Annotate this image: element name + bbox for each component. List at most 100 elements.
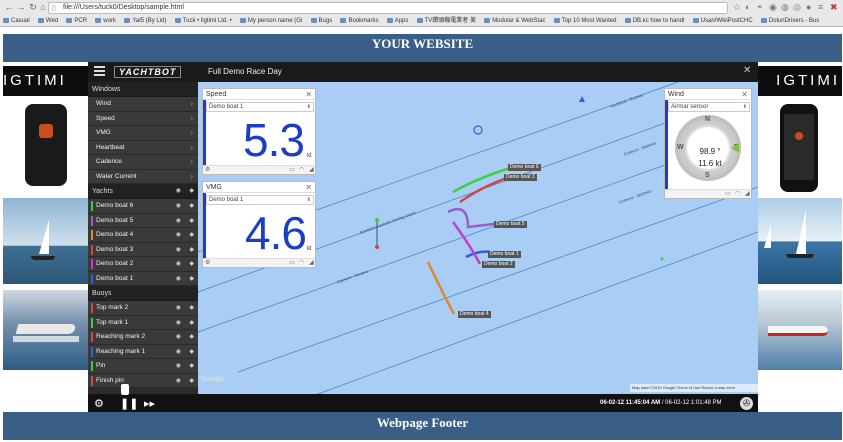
pin-icon[interactable]: ◆	[189, 243, 194, 258]
pin-icon[interactable]: ◆	[189, 330, 194, 345]
star-icon[interactable]: ☆	[733, 2, 741, 13]
resize-icon[interactable]: ◢	[309, 259, 314, 268]
eye-icon[interactable]: ◉	[176, 184, 181, 199]
pin-icon[interactable]: ◆	[189, 301, 194, 316]
url-field[interactable]: ▯ file:///Users/tuck0/Desktop/sample.htm…	[48, 2, 728, 14]
home-icon[interactable]: ⌂	[38, 2, 48, 12]
yacht-item[interactable]: Demo boat 5 ◉ ◆	[88, 213, 198, 229]
eye-icon[interactable]: ◉	[176, 228, 181, 243]
eye-icon[interactable]: ◉	[176, 359, 181, 374]
pin-icon[interactable]: ◆	[189, 199, 194, 214]
forward-icon[interactable]: →	[16, 2, 26, 12]
chart-icon[interactable]: ▭	[289, 259, 295, 268]
chart-icon[interactable]: ▭	[289, 166, 295, 175]
pin-icon[interactable]: ◆	[189, 345, 194, 360]
bookmark[interactable]: Wed	[37, 16, 58, 26]
close-icon[interactable]: ✕	[743, 65, 751, 76]
bookmark[interactable]: Usan/WikiPostCHC	[692, 16, 753, 26]
bookmark[interactable]: DB.kc how to handl	[624, 16, 684, 26]
pin-icon[interactable]: ◆	[189, 214, 194, 229]
pin-icon[interactable]: ◆	[189, 257, 194, 272]
boat-select[interactable]: Demo boat 1 ⬍	[206, 102, 314, 112]
bookmark[interactable]: TV鑽頭機電業者 美	[416, 16, 476, 26]
yacht-item[interactable]: Demo boat 1 ◉ ◆	[88, 271, 198, 287]
eye-icon[interactable]: ◉	[176, 243, 181, 258]
eye-icon[interactable]: ◉	[176, 316, 181, 331]
yacht-item[interactable]: Demo boat 6 ◉ ◆	[88, 199, 198, 214]
settings-gear-icon[interactable]: ⚙	[94, 397, 104, 411]
pause-button[interactable]: ❚❚	[120, 397, 138, 411]
extension-icon[interactable]: ◐	[745, 2, 750, 12]
buoy-item[interactable]: Finish pin ◉ ◆	[88, 373, 198, 389]
window-item-speed[interactable]: Speed ›	[88, 111, 198, 126]
bookmark[interactable]: DolunDrivers - Bus	[760, 16, 819, 26]
sensor-select[interactable]: Airmar sensor ⬍	[668, 102, 750, 112]
eye-icon[interactable]: ◉	[176, 301, 181, 316]
boat-label[interactable]: Demo boat 4	[458, 311, 491, 318]
buoy-item[interactable]: Reaching mark 2 ◉ ◆	[88, 330, 198, 345]
boat-label[interactable]: Demo boat 2	[482, 261, 515, 268]
yacht-item[interactable]: Demo boat 2 ◉ ◆	[88, 257, 198, 272]
extension-icon[interactable]: ◎	[793, 2, 801, 13]
reload-icon[interactable]: ↻	[28, 2, 38, 13]
bookmark[interactable]: Bookmarks	[340, 16, 378, 26]
boat-label[interactable]: Demo boat 3	[504, 174, 537, 181]
chart-icon[interactable]: ▭	[725, 190, 731, 199]
gear-icon[interactable]: ⚙	[205, 259, 210, 268]
bookmark[interactable]: Top 10 Most Wanted	[553, 16, 616, 26]
yacht-item[interactable]: Demo boat 4 ◉ ◆	[88, 228, 198, 243]
eye-icon[interactable]: ◉	[176, 330, 181, 345]
eye-icon[interactable]: ◉	[176, 199, 181, 214]
extension-icon[interactable]: ◓	[757, 2, 762, 12]
hamburger-menu-icon[interactable]	[94, 66, 105, 77]
close-icon[interactable]: ✖	[830, 2, 838, 13]
pin-icon[interactable]: ◆	[189, 316, 194, 331]
eye-icon[interactable]: ◉	[176, 214, 181, 229]
extension-icon[interactable]: ●	[806, 2, 811, 12]
globe-icon[interactable]: ✇	[740, 397, 753, 410]
pin-icon[interactable]: ◆	[189, 228, 194, 243]
boat-label[interactable]: Demo boat 1	[488, 251, 521, 258]
pin-icon[interactable]: ◆	[189, 359, 194, 374]
bookmark[interactable]: Tuck • ligtimi Ltd. •	[174, 16, 232, 26]
buoy-item[interactable]: Top mark 2 ◉ ◆	[88, 301, 198, 316]
eye-icon[interactable]: ◉	[176, 272, 181, 287]
boat-label[interactable]: Demo boat 6	[508, 164, 541, 171]
fast-forward-button[interactable]: ▸▸	[144, 397, 155, 411]
bookmark[interactable]: Bugs	[310, 16, 332, 26]
pin-icon[interactable]: ◆	[189, 184, 194, 199]
extension-icon[interactable]: ◉	[769, 2, 777, 13]
window-item-wind[interactable]: Wind ›	[88, 97, 198, 112]
boat-label[interactable]: Demo boat 5	[494, 221, 527, 228]
timeline-handle[interactable]	[121, 384, 129, 395]
window-item-heartbeat[interactable]: Heartbeat ›	[88, 140, 198, 155]
bookmark[interactable]: Casual	[3, 16, 30, 26]
gauge-icon[interactable]: ◠	[735, 190, 740, 199]
bookmark[interactable]: work	[95, 16, 116, 26]
bookmark[interactable]: My person name (Gi	[239, 16, 302, 26]
resize-icon[interactable]: ◢	[309, 166, 314, 175]
bookmark[interactable]: Yat5 (By Lid)	[124, 16, 166, 26]
pin-icon[interactable]: ◆	[189, 374, 194, 389]
extension-icon[interactable]: ◍	[781, 2, 789, 13]
menu-icon[interactable]: ≡	[818, 2, 823, 12]
race-map[interactable]: Auckland - Rarawa Dotmont - Waiheke Auck…	[198, 82, 758, 394]
close-icon[interactable]: ✕	[741, 89, 748, 100]
bookmark[interactable]: PCR	[66, 16, 87, 26]
yacht-item[interactable]: Demo boat 3 ◉ ◆	[88, 242, 198, 258]
eye-icon[interactable]: ◉	[176, 374, 181, 389]
window-item-cadence[interactable]: Cadence ›	[88, 155, 198, 170]
gauge-icon[interactable]: ◠	[299, 259, 304, 268]
gear-icon[interactable]: ⚙	[205, 166, 210, 175]
boat-select[interactable]: Demo boat 1 ⬍	[206, 195, 314, 205]
map-attribution[interactable]: Map data ©2015 Google Terms of Use Repor…	[630, 384, 758, 392]
bookmark[interactable]: Apps	[386, 16, 408, 26]
gauge-icon[interactable]: ◠	[299, 166, 304, 175]
close-icon[interactable]: ✕	[305, 182, 312, 193]
buoy-item[interactable]: Top mark 1 ◉ ◆	[88, 315, 198, 331]
resize-icon[interactable]: ◢	[745, 190, 750, 199]
buoy-item[interactable]: Pin ◉ ◆	[88, 359, 198, 374]
pin-icon[interactable]: ◆	[189, 272, 194, 287]
buoy-item[interactable]: Reaching mark 1 ◉ ◆	[88, 344, 198, 360]
eye-icon[interactable]: ◉	[176, 345, 181, 360]
